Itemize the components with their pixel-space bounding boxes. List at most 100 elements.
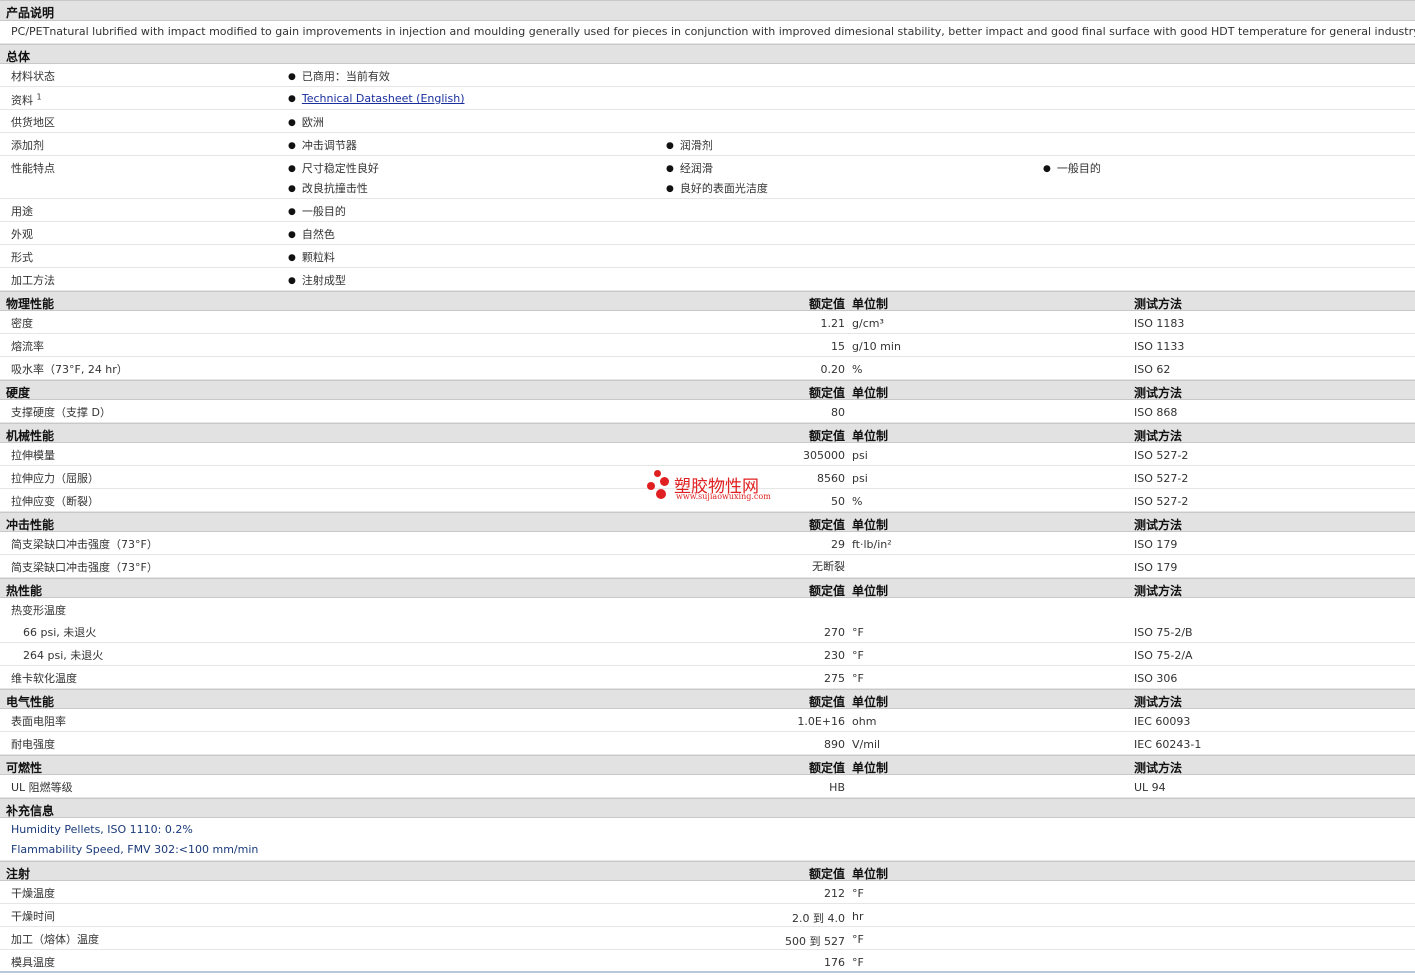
section-header-electrical: 电气性能 额定值 单位制 测试方法 bbox=[0, 689, 1415, 709]
bullet-item: 注射成型 bbox=[288, 272, 346, 288]
row-material-status: 材料状态 已商用：当前有效 bbox=[0, 64, 1415, 87]
table-row: 密度 1.21 g/cm³ ISO 1183 bbox=[0, 311, 1415, 334]
table-row: 干燥时间 2.0 到 4.0 hr bbox=[0, 904, 1415, 927]
section-title: 电气性能 bbox=[6, 695, 55, 709]
row-label: 外观 bbox=[11, 228, 33, 241]
row-value: 8560 bbox=[817, 472, 845, 485]
row-value: 275 bbox=[824, 672, 845, 685]
col-value: 额定值 bbox=[808, 867, 845, 881]
row-value: 212 bbox=[824, 887, 845, 900]
bullet-item: 尺寸稳定性良好 bbox=[288, 160, 379, 176]
table-row: 拉伸模量 305000 psi ISO 527-2 bbox=[0, 443, 1415, 466]
row-unit: °F bbox=[852, 626, 864, 639]
row-unit: °F bbox=[852, 956, 864, 969]
col-test: 测试方法 bbox=[1134, 584, 1183, 598]
row-value: 29 bbox=[831, 538, 845, 551]
row-use: 用途 一般目的 bbox=[0, 199, 1415, 222]
col-unit: 单位制 bbox=[852, 386, 889, 400]
watermark-logo: 塑胶物性网 www.sujiaowuxing.com bbox=[646, 470, 786, 506]
col-value: 额定值 bbox=[808, 761, 845, 775]
section-header-injection: 注射 额定值 单位制 bbox=[0, 861, 1415, 881]
row-label: 简支梁缺口冲击强度（73°F） bbox=[11, 538, 158, 551]
row-appearance: 外观 自然色 bbox=[0, 222, 1415, 245]
row-value: 0.20 bbox=[820, 363, 846, 376]
row-test: ISO 527-2 bbox=[1134, 472, 1189, 485]
row-value: 890 bbox=[824, 738, 845, 751]
col-test: 测试方法 bbox=[1134, 297, 1183, 311]
row-value: 500 到 527 bbox=[785, 935, 845, 948]
row-value: 230 bbox=[824, 649, 845, 662]
bullet-item: 颗粒料 bbox=[288, 249, 335, 265]
bullet-item: 良好的表面光洁度 bbox=[666, 180, 768, 196]
row-unit: °F bbox=[852, 672, 864, 685]
row-test: ISO 179 bbox=[1134, 561, 1178, 574]
row-test: ISO 75-2/B bbox=[1134, 626, 1193, 639]
section-title: 可燃性 bbox=[6, 761, 43, 775]
row-value: 无断裂 bbox=[812, 560, 845, 573]
section-title: 冲击性能 bbox=[6, 518, 55, 532]
col-unit: 单位制 bbox=[852, 518, 889, 532]
row-label: 模具温度 bbox=[11, 956, 55, 969]
row-label: 形式 bbox=[11, 251, 33, 264]
row-label: 干燥温度 bbox=[11, 887, 55, 900]
col-unit: 单位制 bbox=[852, 695, 889, 709]
row-unit: hr bbox=[852, 910, 864, 923]
table-row: 模具温度 176 °F bbox=[0, 950, 1415, 973]
row-value: 2.0 到 4.0 bbox=[792, 912, 845, 925]
row-label: 资料 1 bbox=[11, 92, 42, 108]
row-region: 供货地区 欧洲 bbox=[0, 110, 1415, 133]
col-unit: 单位制 bbox=[852, 867, 889, 881]
col-test: 测试方法 bbox=[1134, 761, 1183, 775]
row-unit: g/10 min bbox=[852, 340, 901, 353]
bullet-item: 一般目的 bbox=[1043, 160, 1101, 176]
row-label: 拉伸模量 bbox=[11, 449, 55, 462]
col-unit: 单位制 bbox=[852, 429, 889, 443]
row-label: 维卡软化温度 bbox=[11, 672, 77, 685]
col-unit: 单位制 bbox=[852, 761, 889, 775]
row-value: 15 bbox=[831, 340, 845, 353]
row-label: 供货地区 bbox=[11, 116, 55, 129]
row-label: 干燥时间 bbox=[11, 910, 55, 923]
section-title: 热性能 bbox=[6, 584, 43, 598]
watermark-url: www.sujiaowuxing.com bbox=[676, 492, 771, 501]
table-row: 简支梁缺口冲击强度（73°F） 29 ft·lb/in² ISO 179 bbox=[0, 532, 1415, 555]
row-unit: °F bbox=[852, 887, 864, 900]
bullet-item: 欧洲 bbox=[288, 114, 324, 130]
section-title: 硬度 bbox=[6, 386, 31, 400]
section-title: 产品说明 bbox=[6, 6, 55, 20]
section-header-description: 产品说明 bbox=[0, 0, 1415, 21]
table-row: 264 psi, 未退火 230 °F ISO 75-2/A bbox=[0, 643, 1415, 666]
row-label: 拉伸应力（屈服） bbox=[11, 472, 99, 485]
row-label: 加工（熔体）温度 bbox=[11, 933, 99, 946]
row-form: 形式 颗粒料 bbox=[0, 245, 1415, 268]
datasheet-link[interactable]: Technical Datasheet (English) bbox=[302, 92, 465, 105]
table-row: 干燥温度 212 °F bbox=[0, 881, 1415, 904]
section-header-supplement: 补充信息 bbox=[0, 798, 1415, 818]
supplement-block: Humidity Pellets, ISO 1110: 0.2% Flammab… bbox=[0, 818, 1415, 861]
col-value: 额定值 bbox=[808, 386, 845, 400]
row-label: UL 阻燃等级 bbox=[11, 781, 73, 794]
row-test: IEC 60243-1 bbox=[1134, 738, 1202, 751]
table-row: 吸水率（73°F, 24 hr） 0.20 % ISO 62 bbox=[0, 357, 1415, 380]
row-features: 性能特点 尺寸稳定性良好 经润滑 一般目的 改良抗撞击性 良好的表面光洁度 bbox=[0, 156, 1415, 199]
datasheet: 产品说明 PC/PETnatural lubrified with impact… bbox=[0, 0, 1415, 973]
section-header-physical: 物理性能 额定值 单位制 测试方法 bbox=[0, 291, 1415, 311]
row-unit: ohm bbox=[852, 715, 877, 728]
col-test: 测试方法 bbox=[1134, 518, 1183, 532]
row-value: 80 bbox=[831, 406, 845, 419]
source-label: 资料 bbox=[11, 94, 33, 107]
row-value: 50 bbox=[831, 495, 845, 508]
table-row: 熔流率 15 g/10 min ISO 1133 bbox=[0, 334, 1415, 357]
bullet-item: 已商用：当前有效 bbox=[288, 68, 390, 84]
row-unit: % bbox=[852, 495, 863, 508]
row-test: ISO 527-2 bbox=[1134, 449, 1189, 462]
table-row: 耐电强度 890 V/mil IEC 60243-1 bbox=[0, 732, 1415, 755]
table-row: 热变形温度 bbox=[0, 598, 1415, 620]
row-test: IEC 60093 bbox=[1134, 715, 1191, 728]
row-unit: °F bbox=[852, 933, 864, 946]
section-header-impact: 冲击性能 额定值 单位制 测试方法 bbox=[0, 512, 1415, 532]
row-label: 66 psi, 未退火 bbox=[23, 626, 97, 639]
row-test: ISO 868 bbox=[1134, 406, 1178, 419]
section-header-mechanical: 机械性能 额定值 单位制 测试方法 bbox=[0, 423, 1415, 443]
row-method: 加工方法 注射成型 bbox=[0, 268, 1415, 291]
